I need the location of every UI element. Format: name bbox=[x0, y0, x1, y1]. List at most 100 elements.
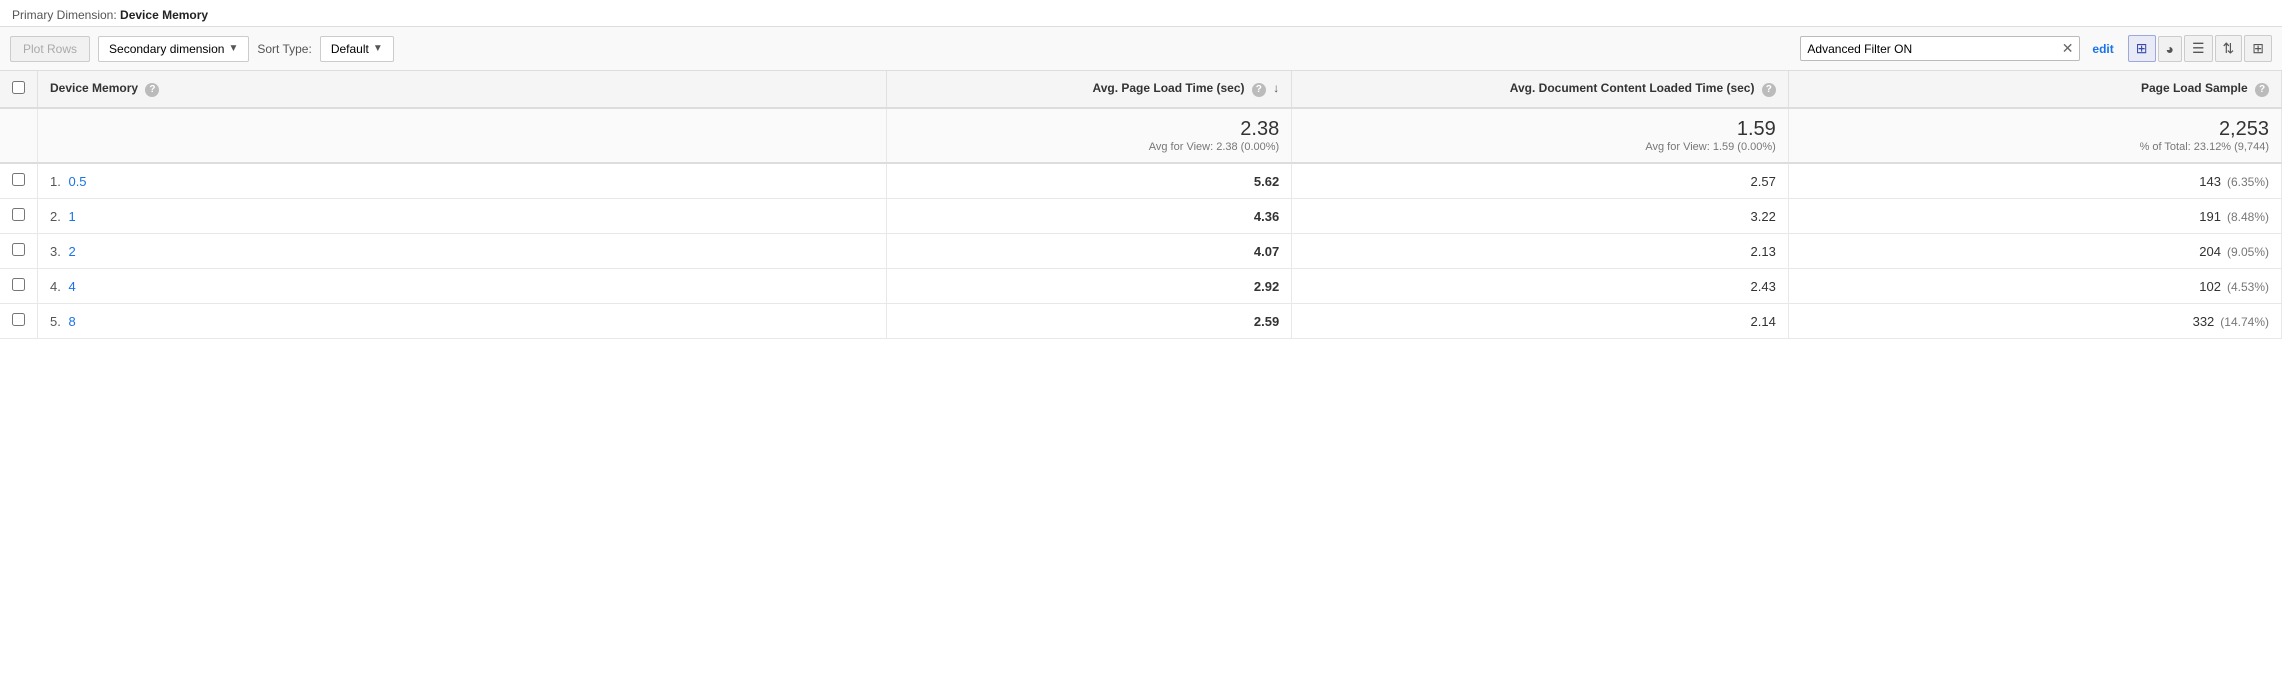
select-all-checkbox[interactable] bbox=[12, 81, 25, 94]
list-view-button[interactable]: ☰ bbox=[2184, 35, 2213, 62]
advanced-filter-box[interactable]: ✕ bbox=[1800, 36, 2080, 61]
help-icon-avg-page-load[interactable]: ? bbox=[1252, 83, 1266, 97]
summary-avg-page-load-cell: 2.38 Avg for View: 2.38 (0.00%) bbox=[886, 108, 1292, 163]
row-avg-page-load-2: 4.07 bbox=[886, 234, 1292, 269]
table-row: 1. 0.5 5.62 2.57 143(6.35%) bbox=[0, 163, 2282, 199]
row-dim-link-4[interactable]: 8 bbox=[68, 314, 75, 329]
primary-dimension-value: Device Memory bbox=[120, 8, 208, 22]
chevron-down-icon: ▼ bbox=[373, 43, 383, 54]
row-checkbox-3[interactable] bbox=[12, 278, 25, 291]
help-icon-avg-doc[interactable]: ? bbox=[1762, 83, 1776, 97]
row-pls-1: 191(8.48%) bbox=[1788, 199, 2281, 234]
row-rank-3: 4. bbox=[50, 279, 61, 294]
secondary-dimension-dropdown[interactable]: Secondary dimension ▼ bbox=[98, 36, 249, 62]
col-label-page-load-sample: Page Load Sample bbox=[2141, 81, 2248, 95]
summary-pls-cell: 2,253 % of Total: 23.12% (9,744) bbox=[1788, 108, 2281, 163]
col-header-page-load-sample: Page Load Sample ? bbox=[1788, 71, 2281, 108]
secondary-dimension-label: Secondary dimension bbox=[109, 42, 224, 56]
row-dim-link-1[interactable]: 1 bbox=[68, 209, 75, 224]
row-rank-1: 2. bbox=[50, 209, 61, 224]
sort-default-label: Default bbox=[331, 42, 369, 56]
summary-avg-doc-sub: Avg for View: 1.59 (0.00%) bbox=[1304, 141, 1776, 153]
help-icon-page-load-sample[interactable]: ? bbox=[2255, 83, 2269, 97]
grid-view-button[interactable]: ⊞ bbox=[2128, 35, 2156, 62]
view-icon-group: ⊞ ◕ ☰ ⇅ ⊞ bbox=[2128, 35, 2272, 62]
row-avg-page-load-4: 2.59 bbox=[886, 304, 1292, 339]
row-avg-page-load-0: 5.62 bbox=[886, 163, 1292, 199]
row-dim-link-3[interactable]: 4 bbox=[68, 279, 75, 294]
filter-input[interactable] bbox=[1807, 42, 2057, 56]
row-pls-pct-2: (9.05%) bbox=[2227, 245, 2269, 259]
pie-view-button[interactable]: ◕ bbox=[2158, 36, 2182, 62]
table-row: 4. 4 2.92 2.43 102(4.53%) bbox=[0, 269, 2282, 304]
row-pls-pct-1: (8.48%) bbox=[2227, 210, 2269, 224]
row-avg-page-load-1: 4.36 bbox=[886, 199, 1292, 234]
summary-dim-cell bbox=[38, 108, 887, 163]
row-avg-doc-0: 2.57 bbox=[1292, 163, 1789, 199]
row-rank-2: 3. bbox=[50, 244, 61, 259]
row-checkbox-cell-4[interactable] bbox=[0, 304, 38, 339]
col-header-device-memory: Device Memory ? bbox=[38, 71, 887, 108]
summary-checkbox-cell bbox=[0, 108, 38, 163]
chevron-down-icon: ▼ bbox=[228, 43, 238, 54]
row-avg-doc-2: 2.13 bbox=[1292, 234, 1789, 269]
summary-avg-doc-cell: 1.59 Avg for View: 1.59 (0.00%) bbox=[1292, 108, 1789, 163]
sort-arrow-icon: ↓ bbox=[1273, 81, 1279, 95]
sort-type-label: Sort Type: bbox=[257, 42, 311, 56]
row-checkbox-2[interactable] bbox=[12, 243, 25, 256]
row-dim-cell-4: 5. 8 bbox=[38, 304, 887, 339]
pivot-view-button[interactable]: ⊞ bbox=[2244, 35, 2272, 62]
col-label-avg-page-load: Avg. Page Load Time (sec) bbox=[1092, 81, 1244, 95]
row-avg-doc-1: 3.22 bbox=[1292, 199, 1789, 234]
row-pls-pct-4: (14.74%) bbox=[2220, 315, 2269, 329]
row-checkbox-cell-1[interactable] bbox=[0, 199, 38, 234]
row-checkbox-cell-2[interactable] bbox=[0, 234, 38, 269]
table-row: 5. 8 2.59 2.14 332(14.74%) bbox=[0, 304, 2282, 339]
table-row: 3. 2 4.07 2.13 204(9.05%) bbox=[0, 234, 2282, 269]
help-icon-device-memory[interactable]: ? bbox=[145, 83, 159, 97]
summary-row: 2.38 Avg for View: 2.38 (0.00%) 1.59 Avg… bbox=[0, 108, 2282, 163]
sort-default-dropdown[interactable]: Default ▼ bbox=[320, 36, 394, 62]
col-label-avg-doc: Avg. Document Content Loaded Time (sec) bbox=[1510, 81, 1755, 95]
col-header-avg-doc: Avg. Document Content Loaded Time (sec) … bbox=[1292, 71, 1789, 108]
row-pls-0: 143(6.35%) bbox=[1788, 163, 2281, 199]
col-header-avg-page-load: Avg. Page Load Time (sec) ? ↓ bbox=[886, 71, 1292, 108]
primary-dimension-bar: Primary Dimension: Device Memory bbox=[0, 0, 2282, 26]
row-pls-4: 332(14.74%) bbox=[1788, 304, 2281, 339]
summary-avg-page-load-value: 2.38 bbox=[899, 118, 1280, 141]
toolbar: Plot Rows Secondary dimension ▼ Sort Typ… bbox=[0, 26, 2282, 71]
row-checkbox-cell-3[interactable] bbox=[0, 269, 38, 304]
row-avg-doc-4: 2.14 bbox=[1292, 304, 1789, 339]
row-dim-cell-3: 4. 4 bbox=[38, 269, 887, 304]
row-pls-pct-3: (4.53%) bbox=[2227, 280, 2269, 294]
row-checkbox-4[interactable] bbox=[12, 313, 25, 326]
row-dim-link-2[interactable]: 2 bbox=[68, 244, 75, 259]
data-table: Device Memory ? Avg. Page Load Time (sec… bbox=[0, 71, 2282, 339]
row-checkbox-1[interactable] bbox=[12, 208, 25, 221]
row-avg-doc-3: 2.43 bbox=[1292, 269, 1789, 304]
table-row: 2. 1 4.36 3.22 191(8.48%) bbox=[0, 199, 2282, 234]
select-all-checkbox-header[interactable] bbox=[0, 71, 38, 108]
summary-pls-value: 2,253 bbox=[1801, 118, 2269, 141]
compare-view-button[interactable]: ⇅ bbox=[2215, 35, 2243, 62]
row-dim-cell-2: 3. 2 bbox=[38, 234, 887, 269]
row-rank-0: 1. bbox=[50, 174, 61, 189]
row-dim-cell-0: 1. 0.5 bbox=[38, 163, 887, 199]
row-dim-cell-1: 2. 1 bbox=[38, 199, 887, 234]
row-dim-link-0[interactable]: 0.5 bbox=[68, 174, 86, 189]
close-icon[interactable]: ✕ bbox=[2062, 40, 2074, 57]
row-checkbox-0[interactable] bbox=[12, 173, 25, 186]
row-avg-page-load-3: 2.92 bbox=[886, 269, 1292, 304]
row-pls-3: 102(4.53%) bbox=[1788, 269, 2281, 304]
primary-dimension-label: Primary Dimension: bbox=[12, 8, 117, 22]
edit-link[interactable]: edit bbox=[2092, 42, 2113, 56]
row-pls-2: 204(9.05%) bbox=[1788, 234, 2281, 269]
row-checkbox-cell-0[interactable] bbox=[0, 163, 38, 199]
summary-pls-sub: % of Total: 23.12% (9,744) bbox=[1801, 141, 2269, 153]
col-label-device-memory: Device Memory bbox=[50, 81, 138, 95]
plot-rows-button[interactable]: Plot Rows bbox=[10, 36, 90, 62]
summary-avg-doc-value: 1.59 bbox=[1304, 118, 1776, 141]
summary-avg-page-load-sub: Avg for View: 2.38 (0.00%) bbox=[899, 141, 1280, 153]
row-rank-4: 5. bbox=[50, 314, 61, 329]
row-pls-pct-0: (6.35%) bbox=[2227, 175, 2269, 189]
